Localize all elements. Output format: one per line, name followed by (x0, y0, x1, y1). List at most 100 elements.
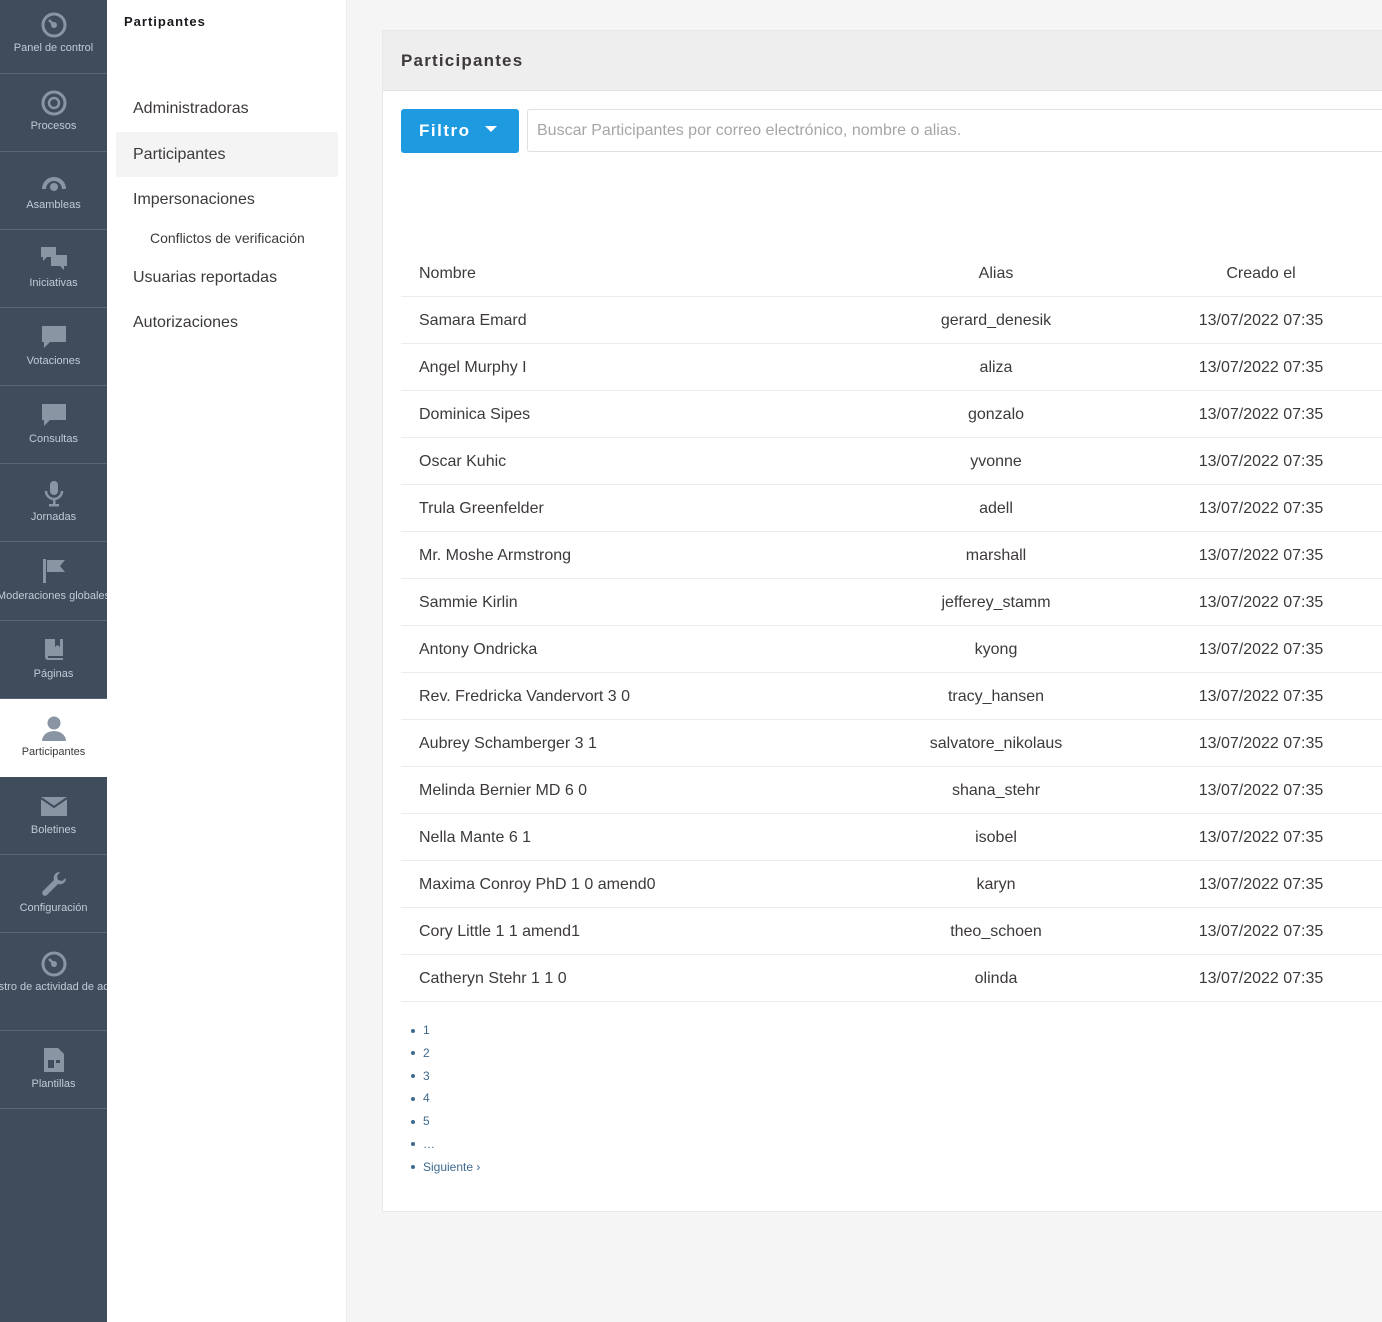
pagination-link[interactable]: … (423, 1137, 435, 1151)
pagination-link[interactable]: 1 (423, 1023, 430, 1037)
subnav-impersonations[interactable]: Impersonaciones (116, 177, 338, 222)
table-row: Nella Mante 6 1 isobel 13/07/2022 07:35 (401, 814, 1382, 861)
nav-item-pages[interactable]: Páginas (0, 621, 107, 699)
header-name[interactable]: Nombre (419, 251, 476, 297)
cell-alias: karyn (976, 876, 1016, 893)
wrench-icon (0, 869, 107, 899)
secondary-title: Partipantes (124, 14, 206, 29)
pagination-item: Siguiente › (411, 1156, 480, 1179)
template-icon (0, 1045, 107, 1075)
cell-created: 13/07/2022 07:35 (1198, 876, 1324, 893)
subnav-participants[interactable]: Participantes (116, 132, 338, 177)
nav-item-settings[interactable]: Configuración (0, 855, 107, 933)
cell-created: 13/07/2022 07:35 (1198, 359, 1324, 376)
table-row: Antony Ondricka kyong 13/07/2022 07:35 (401, 626, 1382, 673)
table-row: Angel Murphy I aliza 13/07/2022 07:35 (401, 344, 1382, 391)
table-row: Melinda Bernier MD 6 0 shana_stehr 13/07/2… (401, 767, 1382, 814)
nav-item-dashboard[interactable]: Panel de control (0, 0, 107, 74)
pagination-link[interactable]: 4 (423, 1091, 430, 1105)
subnav-authorizations[interactable]: Autorizaciones (116, 300, 338, 345)
nav-item-votes[interactable]: Votaciones (0, 308, 107, 386)
participants-table: Nombre Alias Creado el Samara Emard gerar… (401, 251, 1382, 1002)
subnav-reported-users[interactable]: Usuarias reportadas (116, 255, 338, 300)
search-input[interactable] (527, 109, 1382, 152)
nav-item-conferences[interactable]: Jornadas (0, 464, 107, 542)
cell-name: Oscar Kuhic (419, 453, 507, 470)
cell-name: Nella Mante 6 1 (419, 829, 532, 846)
header-alias-label: Alias (978, 265, 1014, 282)
nav-item-templates[interactable]: Plantillas (0, 1031, 107, 1109)
nav-label: Iniciativas (29, 277, 78, 289)
card-header: Participantes (383, 31, 1382, 91)
cell-created: 13/07/2022 07:35 (1198, 782, 1324, 799)
main-sidebar: Panel de control Procesos Asambleas Inic… (0, 0, 107, 1322)
table-row: Samara Emard gerard_denesik 13/07/2022 07:… (401, 297, 1382, 344)
cell-name: Angel Murphy I (419, 359, 527, 376)
nav-label: Registro de actividad de administración (0, 977, 107, 1017)
subnav-admins[interactable]: Administradoras (116, 86, 338, 131)
nav-label: Participantes (21, 746, 86, 758)
cell-name: Dominica Sipes (419, 406, 531, 423)
card-title: Participantes (401, 51, 524, 70)
table-row: Rev. Fredricka Vandervort 3 0 tracy_hanse… (401, 673, 1382, 720)
cell-created: 13/07/2022 07:35 (1198, 312, 1324, 329)
table-row: Dominica Sipes gonzalo 13/07/2022 07:35 (401, 391, 1382, 438)
nav-label: Jornadas (30, 511, 77, 523)
cell-created: 13/07/2022 07:35 (1198, 735, 1324, 752)
nav-label: Páginas (33, 668, 74, 680)
cell-created: 13/07/2022 07:35 (1198, 406, 1324, 423)
nav-item-admin-log[interactable]: Registro de actividad de administración (0, 933, 107, 1031)
nav-label: Configuración (19, 902, 88, 914)
cell-alias: theo_schoen (950, 923, 1042, 940)
cell-created: 13/07/2022 07:35 (1198, 594, 1324, 611)
pagination: 1 2 3 4 5 … Siguiente › (411, 1019, 480, 1179)
table-row: Oscar Kuhic yvonne 13/07/2022 07:35 (401, 438, 1382, 485)
cell-created: 13/07/2022 07:35 (1198, 970, 1324, 987)
caret-down-icon (484, 126, 497, 132)
cell-created: 13/07/2022 07:35 (1198, 641, 1324, 658)
cell-alias: yvonne (970, 453, 1022, 470)
nav-item-assemblies[interactable]: Asambleas (0, 152, 107, 230)
pagination-item: 2 (411, 1042, 480, 1065)
cell-name: Aubrey Schamberger 3 1 (419, 735, 597, 752)
cell-alias: shana_stehr (951, 782, 1041, 799)
cell-name: Catheryn Stehr 1 1 0 (419, 970, 567, 987)
participants-card: Participantes Filtro Nombre Alias Creado… (382, 30, 1382, 1212)
target-icon (0, 88, 107, 118)
cell-created: 13/07/2022 07:35 (1198, 453, 1324, 470)
cell-alias: marshall (965, 547, 1027, 564)
cell-created: 13/07/2022 07:35 (1198, 688, 1324, 705)
cell-name: Maxima Conroy PhD 1 0 amend0 (419, 876, 656, 893)
cell-name: Mr. Moshe Armstrong (419, 547, 572, 564)
nav-item-global-moderations[interactable]: Moderaciones globales (0, 542, 107, 621)
cell-created: 13/07/2022 07:35 (1198, 547, 1324, 564)
pagination-item: 1 (411, 1019, 480, 1042)
flag-icon (0, 556, 107, 586)
nav-item-processes[interactable]: Procesos (0, 74, 107, 152)
pagination-link[interactable]: 5 (423, 1114, 430, 1128)
nav-item-initiatives[interactable]: Iniciativas (0, 230, 107, 308)
pagination-link[interactable]: 3 (423, 1069, 430, 1083)
dashboard-icon (0, 10, 107, 40)
nav-label: Asambleas (26, 199, 81, 211)
microphone-icon (0, 478, 107, 508)
pagination-item: 3 (411, 1065, 480, 1088)
filter-button[interactable]: Filtro (401, 109, 519, 153)
pagination-link[interactable]: 2 (423, 1046, 430, 1060)
nav-item-newsletters[interactable]: Boletines (0, 777, 107, 855)
nav-label: Plantillas (31, 1078, 76, 1090)
pagination-link[interactable]: Siguiente › (423, 1160, 480, 1174)
nav-item-participants[interactable]: Participantes (0, 699, 107, 777)
nav-item-consultations[interactable]: Consultas (0, 386, 107, 464)
table-row: Cory Little 1 1 amend1 theo_schoen 13/07/2… (401, 908, 1382, 955)
nav-label: Votaciones (26, 355, 81, 367)
cell-alias: adell (979, 500, 1013, 517)
nav-label-line: Registro de actividad de administración (0, 981, 107, 993)
cell-alias: salvatore_nikolaus (929, 735, 1063, 752)
filter-button-label: Filtro (419, 121, 471, 140)
cell-alias: kyong (974, 641, 1018, 658)
subnav-verification-conflicts[interactable]: Conflictos de verificación (116, 225, 338, 251)
cell-alias: isobel (975, 829, 1017, 846)
cell-name: Samara Emard (419, 312, 527, 329)
table-header-row: Nombre Alias Creado el (401, 251, 1382, 297)
